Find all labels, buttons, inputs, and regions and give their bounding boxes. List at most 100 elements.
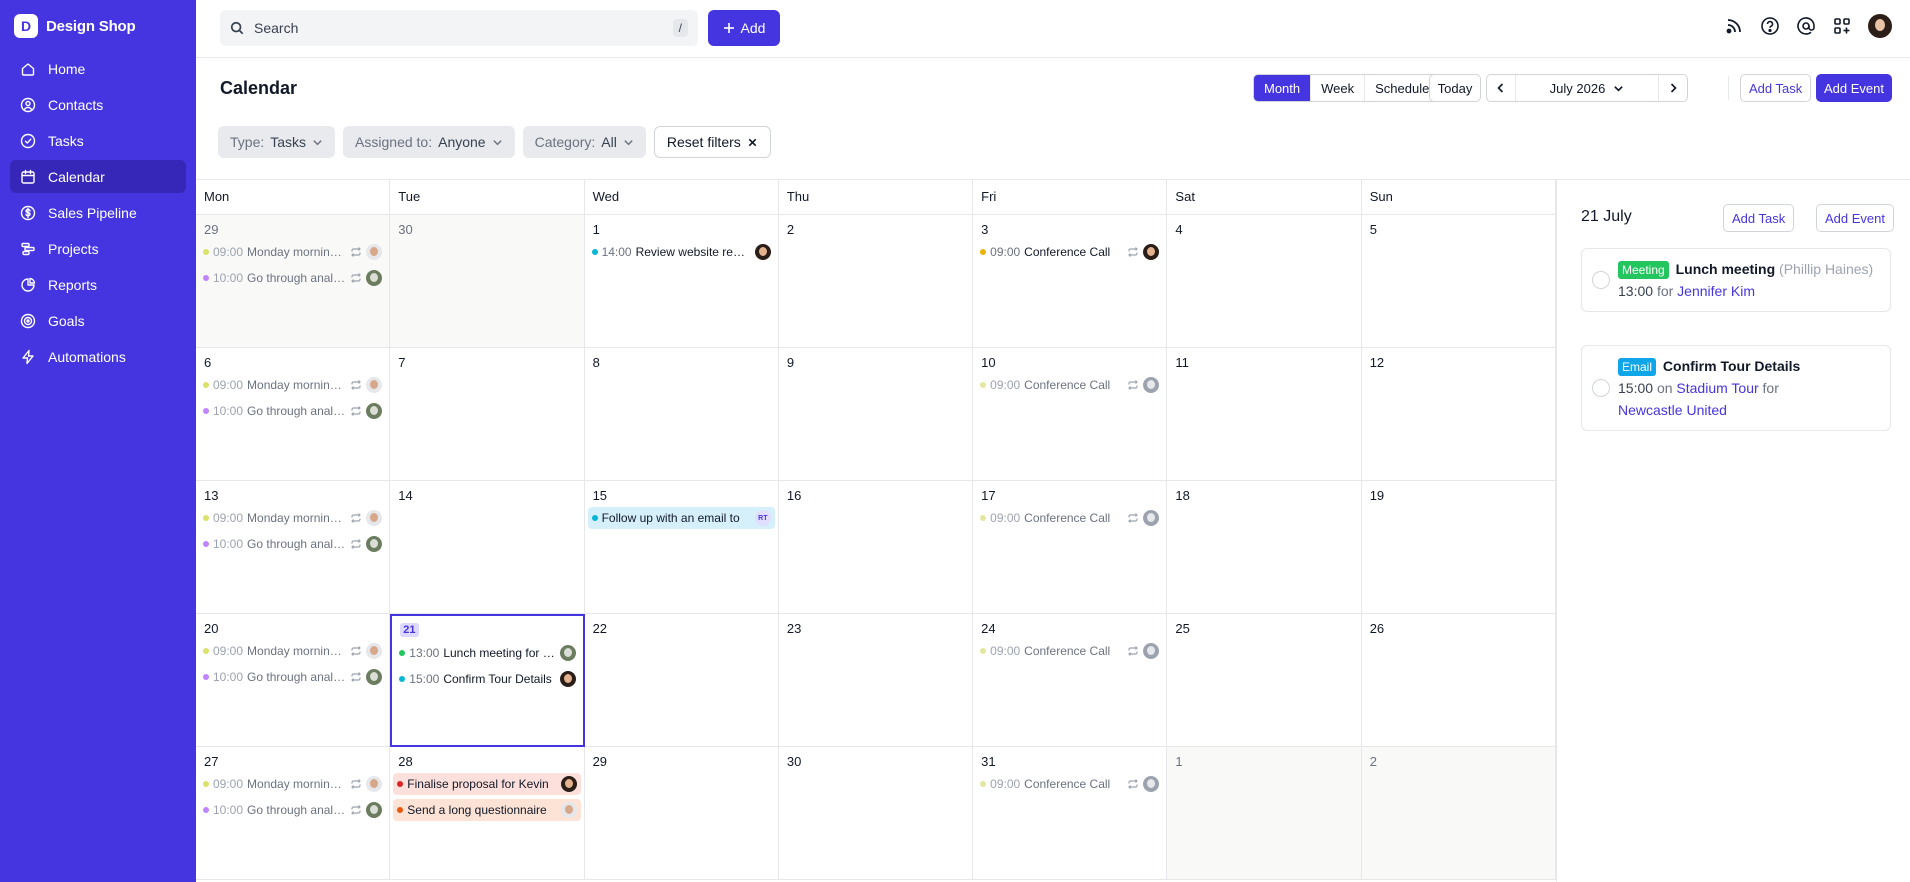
calendar-event[interactable]: Follow up with an email to RT [587,507,775,529]
brand[interactable]: D Design Shop [0,0,196,52]
calendar-event[interactable]: 10:00 Go through analytics [199,400,386,422]
sidebar-item-automations[interactable]: Automations [10,340,186,373]
day-cell[interactable]: 2 [778,215,974,348]
assigned-filter-value: Anyone [438,134,486,150]
day-cell[interactable]: 2709:00Monday morning meeting10:00Go thr… [196,747,391,880]
day-cell[interactable]: 29 [584,747,779,880]
complete-checkbox[interactable] [1592,379,1610,397]
day-cell[interactable]: 1309:00Monday morning meeting10:00Go thr… [196,481,391,614]
day-cell[interactable]: 3 09:00 Conference Call [973,215,1168,348]
day-cell[interactable]: 1 [1167,747,1362,880]
day-cell[interactable]: 14 [390,481,585,614]
view-month-button[interactable]: Month [1254,75,1312,101]
help-icon[interactable] [1760,16,1780,36]
day-cell[interactable]: 9 [778,348,974,481]
day-cell[interactable]: 4 [1167,215,1362,348]
calendar-event[interactable]: 09:00 Conference Call [976,507,1163,529]
repeat-icon [351,646,362,656]
item-link[interactable]: Stadium Tour [1676,380,1758,396]
day-cell[interactable]: 2 [1361,747,1556,880]
day-cell[interactable]: 15 Follow up with an email to RT [584,481,779,614]
month-select[interactable]: July 2026 [1515,75,1659,101]
item-link[interactable]: Jennifer Kim [1677,283,1755,299]
calendar-event[interactable]: 10:00 Go through analytics [199,533,386,555]
panel-item-card[interactable]: Meeting Lunch meeting (Phillip Haines) 1… [1581,248,1891,312]
day-cell[interactable]: 114:00Review website redesign [584,215,779,348]
category-filter[interactable]: Category: All [522,126,646,158]
day-cell[interactable]: 22 [584,614,779,747]
day-cell[interactable]: 12 [1361,348,1556,481]
panel-add-event-button[interactable]: Add Event [1816,204,1894,232]
prev-month-button[interactable] [1487,75,1515,101]
panel-add-task-button[interactable]: Add Task [1723,204,1795,232]
day-cell[interactable]: 2909:00Monday morning meeting10:00Go thr… [196,215,391,348]
day-cell[interactable]: 26 [1361,614,1556,747]
reset-filters-button[interactable]: Reset filters [653,126,771,158]
sidebar-item-contacts[interactable]: Contacts [10,88,186,121]
day-cell[interactable]: 7 [390,348,585,481]
view-week-button[interactable]: Week [1311,75,1366,101]
day-cell[interactable]: 11 [1167,348,1362,481]
next-month-button[interactable] [1659,75,1687,101]
calendar-event[interactable]: 09:00 Conference Call [976,241,1163,263]
day-cell[interactable]: 5 [1361,215,1556,348]
day-cell[interactable]: 30 [390,215,585,348]
calendar-event[interactable]: 09:00Monday morning meeting [199,773,386,795]
day-cell[interactable]: 10 09:00 Conference Call [973,348,1168,481]
sidebar-item-calendar[interactable]: Calendar [10,160,186,193]
calendar-event[interactable]: Finalise proposal for Kevin [393,773,581,795]
calendar-event[interactable]: 09:00Monday morning meeting [199,507,386,529]
sidebar-item-tasks[interactable]: Tasks [10,124,186,157]
sidebar-item-home[interactable]: Home [10,52,186,85]
day-cell[interactable]: 31 09:00 Conference Call [973,747,1168,880]
day-cell[interactable]: 2009:00Monday morning meeting10:00Go thr… [196,614,391,747]
apps-icon[interactable] [1832,16,1852,36]
reports-icon [21,277,36,292]
complete-checkbox[interactable] [1592,271,1610,289]
sidebar-item-reports[interactable]: Reports [10,268,186,301]
day-cell[interactable]: 16 [778,481,974,614]
today-button[interactable]: Today [1429,74,1481,102]
day-cell[interactable]: 18 [1167,481,1362,614]
calendar-event[interactable]: 13:00Lunch meeting for Phillip Haines [395,642,579,664]
add-event-button[interactable]: Add Event [1816,74,1892,102]
day-cell[interactable]: 24 09:00 Conference Call [973,614,1168,747]
panel-item-card[interactable]: Email Confirm Tour Details 15:00 on Stad… [1581,345,1891,431]
search-input[interactable] [254,20,663,36]
sidebar-item-goals[interactable]: Goals [10,304,186,337]
calendar-event[interactable]: 09:00Monday morning meeting [199,241,386,263]
day-cell[interactable]: 8 [584,348,779,481]
user-avatar[interactable] [1868,14,1892,38]
day-cell[interactable]: 19 [1361,481,1556,614]
event-title: Confirm Tour Details [443,672,552,686]
calendar-event[interactable]: 10:00 Go through analytics [199,666,386,688]
search-box[interactable]: / [220,10,698,46]
feed-icon[interactable] [1724,16,1744,36]
day-cell[interactable]: 609:00Monday morning meeting10:00Go thro… [196,348,391,481]
day-cell[interactable]: 30 [778,747,974,880]
day-cell[interactable]: 28 Finalise proposal for Kevin Send a long… [390,747,585,880]
calendar-event[interactable]: 14:00Review website redesign [588,241,775,263]
calendar-event[interactable]: 09:00 Conference Call [976,374,1163,396]
type-filter[interactable]: Type: Tasks [218,126,336,158]
day-cell[interactable]: 17 09:00 Conference Call [973,481,1168,614]
day-cell[interactable]: 25 [1167,614,1362,747]
calendar-event[interactable]: Send a long questionnaire [393,799,581,821]
calendar-event[interactable]: 10:00 Go through analytics [199,267,386,289]
calendar-event[interactable]: 09:00Monday morning meeting [199,640,386,662]
event-time: 10:00 [213,803,244,817]
sidebar-item-projects[interactable]: Projects [10,232,186,265]
assigned-filter[interactable]: Assigned to: Anyone [343,126,515,158]
add-task-button[interactable]: Add Task [1740,74,1812,102]
item-link-2[interactable]: Newcastle United [1618,402,1727,418]
day-cell[interactable]: 23 [778,614,974,747]
add-button[interactable]: Add [708,10,780,46]
calendar-event[interactable]: 10:00 Go through analytics [199,799,386,821]
day-cell-today[interactable]: 2113:00Lunch meeting for Phillip Haines1… [390,614,585,747]
sidebar-item-sales-pipeline[interactable]: Sales Pipeline [10,196,186,229]
calendar-event[interactable]: 15:00 Confirm Tour Details [395,668,579,690]
calendar-event[interactable]: 09:00 Conference Call [976,773,1163,795]
calendar-event[interactable]: 09:00Monday morning meeting [199,374,386,396]
calendar-event[interactable]: 09:00 Conference Call [976,640,1163,662]
mention-icon[interactable] [1796,16,1816,36]
